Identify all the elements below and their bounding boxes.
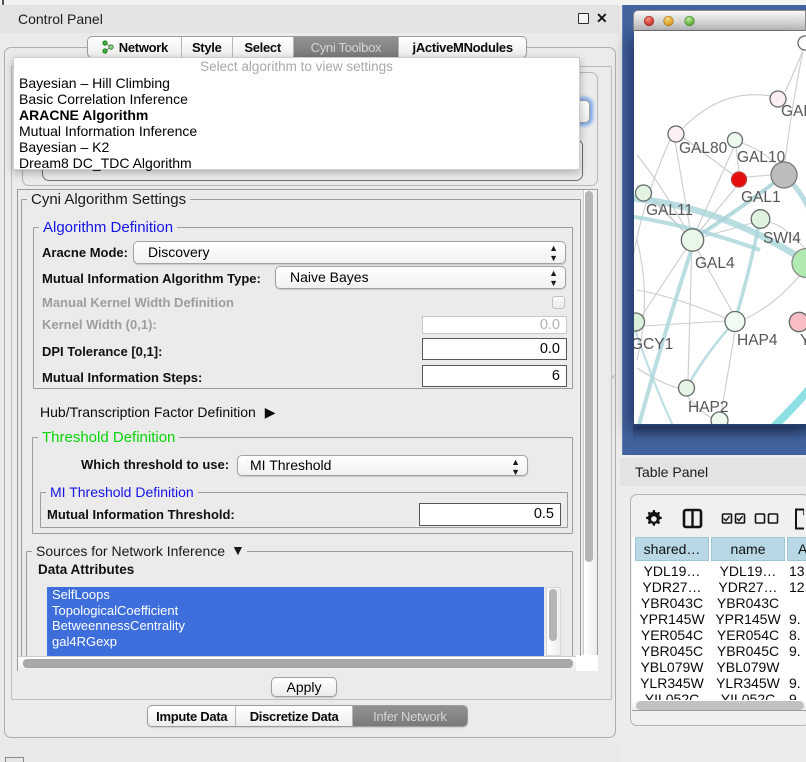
svg-text:GAL11: GAL11: [646, 202, 693, 219]
svg-text:GAL10: GAL10: [737, 149, 786, 166]
svg-text:GCY1: GCY1: [634, 336, 673, 353]
svg-text:GAL1: GAL1: [741, 189, 781, 206]
svg-text:HAP2: HAP2: [688, 399, 729, 416]
svg-text:YE: YE: [800, 332, 806, 349]
svg-text:GAL80: GAL80: [679, 140, 728, 157]
svg-text:GAL7: GAL7: [781, 103, 806, 120]
svg-text:SWI4: SWI4: [763, 230, 801, 247]
svg-text:HAP4: HAP4: [737, 332, 778, 349]
svg-text:GAL4: GAL4: [695, 255, 735, 272]
